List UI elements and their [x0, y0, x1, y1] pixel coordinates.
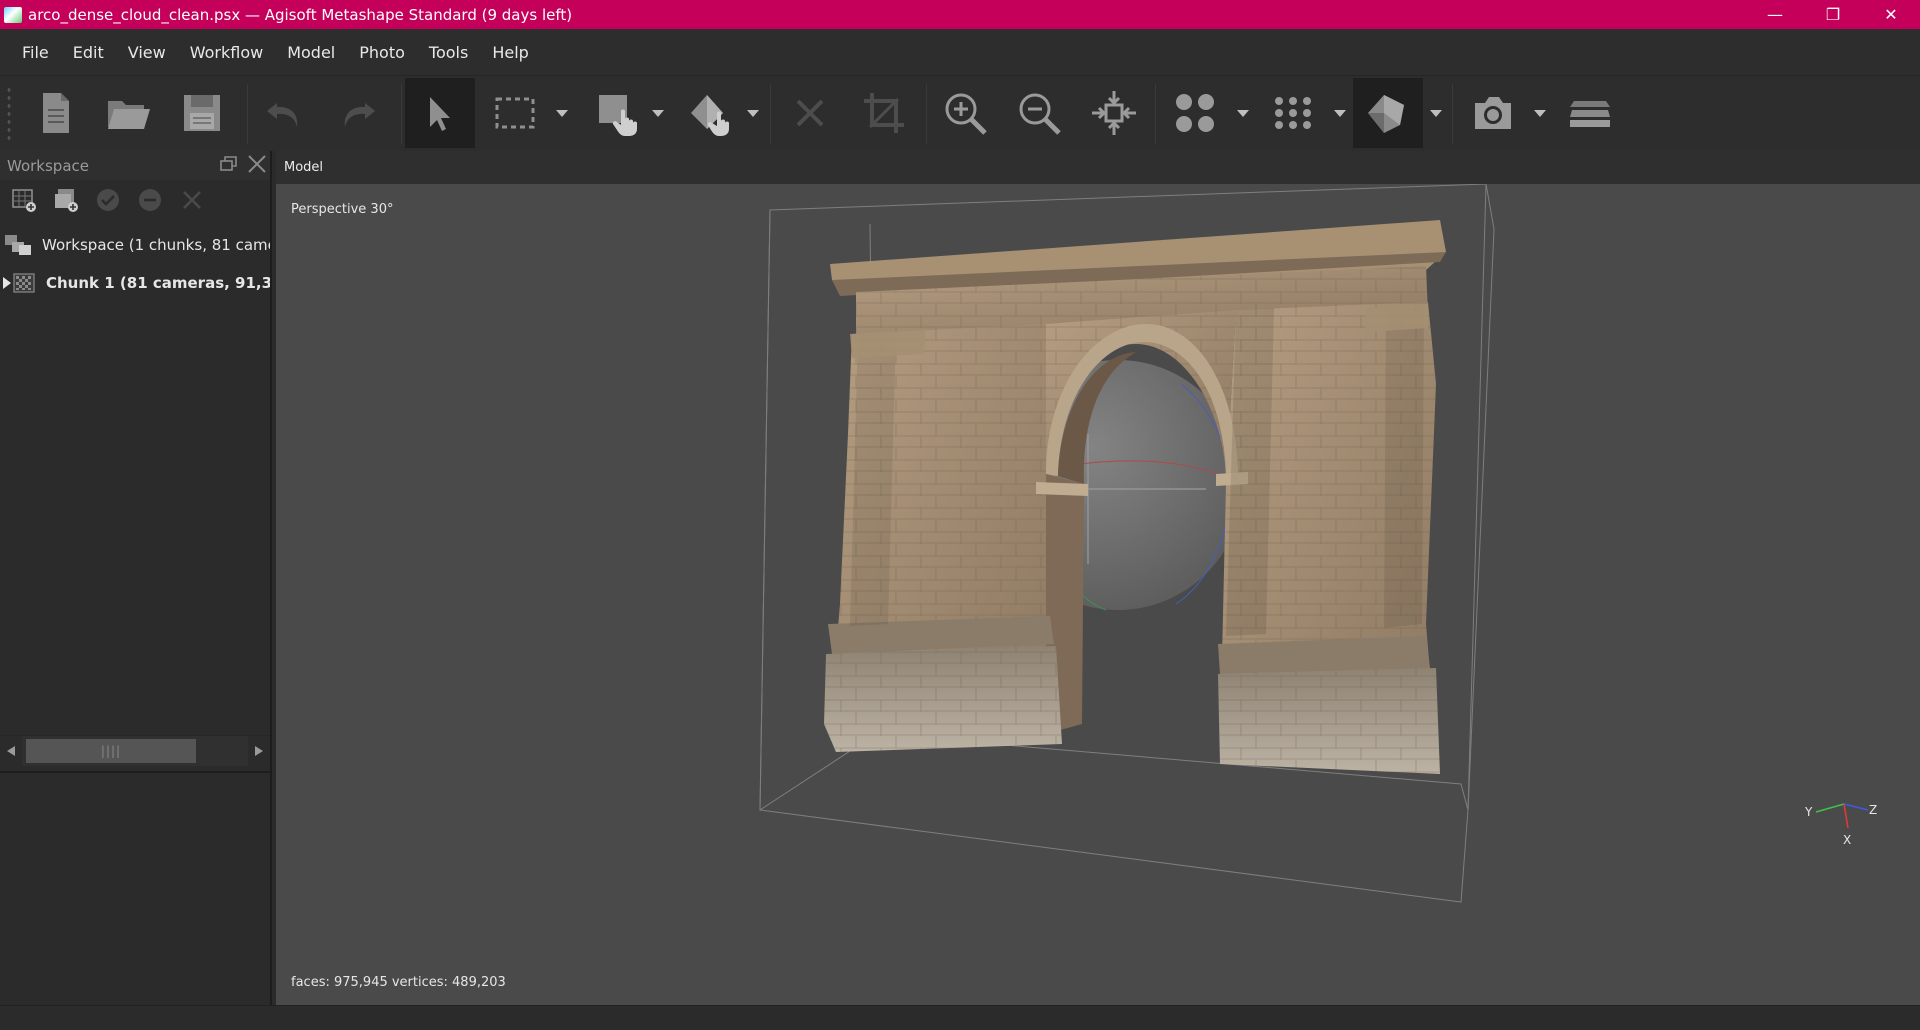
undock-icon[interactable] [218, 153, 240, 175]
menu-workflow[interactable]: Workflow [178, 43, 275, 62]
title-bar: arco_dense_cloud_clean.psx — Agisoft Met… [0, 0, 1920, 29]
model-view: Model Y Z X Perspective 30° faces: 975,9… [276, 151, 1920, 1005]
chunk-icon [12, 271, 36, 295]
tree-item-workspace[interactable]: Workspace (1 chunks, 81 cameras) [0, 226, 270, 264]
toolbar-separator [1155, 84, 1156, 144]
workspace-title: Workspace [7, 156, 89, 175]
model-viewport[interactable]: Y Z X Perspective 30° faces: 975,945 ver… [276, 184, 1920, 1005]
scroll-left-icon[interactable] [0, 736, 22, 766]
menu-help[interactable]: Help [480, 43, 540, 62]
window-controls: — ❐ ✕ [1746, 0, 1920, 29]
add-photos-icon[interactable] [52, 186, 80, 214]
workspace-lower-pane [0, 771, 270, 1005]
axes-gizmo: Y Z X [1804, 803, 1877, 847]
tree-item-label: Chunk 1 (81 cameras, 91,338 [46, 274, 270, 292]
axis-z-label: Z [1869, 803, 1877, 817]
point-cloud-icon[interactable] [1160, 78, 1230, 148]
delete-selection-icon[interactable] [775, 78, 845, 148]
close-panel-icon[interactable] [246, 153, 268, 175]
menu-file[interactable]: File [10, 43, 61, 62]
toolbar-separator [1452, 84, 1453, 144]
horizontal-scrollbar[interactable]: |||| [0, 735, 270, 766]
workspace-tree: Workspace (1 chunks, 81 cameras) Chunk 1… [0, 220, 270, 302]
menu-model[interactable]: Model [275, 43, 347, 62]
toolbar-separator [247, 84, 248, 144]
reset-view-icon[interactable] [1079, 78, 1149, 148]
scroll-thumb[interactable]: |||| [26, 738, 196, 763]
menu-edit[interactable]: Edit [61, 43, 116, 62]
toolbar-separator [401, 84, 402, 144]
show-cameras-icon[interactable] [1458, 78, 1528, 148]
new-document-icon[interactable] [20, 78, 90, 148]
workspace-icon [4, 233, 32, 257]
menu-bar: File Edit View Workflow Model Photo Tool… [0, 29, 1920, 75]
rotate-object-icon[interactable] [676, 78, 746, 148]
workspace-toolbar [0, 180, 270, 220]
workspace-panel: Workspace Workspace (1 chunks, 81 camera… [0, 151, 272, 1005]
move-dropdown-icon[interactable] [651, 106, 665, 120]
axis-y-label: Y [1804, 805, 1813, 819]
undo-icon[interactable] [250, 78, 320, 148]
add-chunk-icon[interactable] [10, 186, 38, 214]
toolbar-separator [770, 84, 771, 144]
toolbar-separator [926, 84, 927, 144]
dense-cloud-icon[interactable] [1258, 78, 1328, 148]
menu-tools[interactable]: Tools [417, 43, 480, 62]
layers-icon[interactable] [1555, 78, 1625, 148]
model-stats: faces: 975,945 vertices: 489,203 [291, 975, 506, 990]
disable-minus-icon[interactable] [136, 186, 164, 214]
move-object-icon[interactable] [582, 78, 652, 148]
rotate-dropdown-icon[interactable] [746, 106, 760, 120]
rectangle-selection-icon[interactable] [480, 78, 550, 148]
save-icon[interactable] [167, 78, 237, 148]
crop-selection-icon[interactable] [849, 78, 919, 148]
axis-x-label: X [1843, 833, 1851, 847]
model-textured-icon[interactable] [1353, 78, 1423, 148]
zoom-out-icon[interactable] [1004, 78, 1074, 148]
tree-item-label: Workspace (1 chunks, 81 cameras) [42, 236, 270, 254]
workspace-header: Workspace [0, 151, 270, 180]
enable-check-icon[interactable] [94, 186, 122, 214]
projection-label: Perspective 30° [291, 202, 394, 217]
redo-icon[interactable] [322, 78, 392, 148]
tree-item-chunk[interactable]: Chunk 1 (81 cameras, 91,338 [0, 264, 270, 302]
remove-x-icon[interactable] [178, 186, 206, 214]
model-dropdown-icon[interactable] [1429, 106, 1443, 120]
tab-model[interactable]: Model [284, 160, 323, 175]
zoom-in-icon[interactable] [930, 78, 1000, 148]
scroll-right-icon[interactable] [248, 736, 270, 766]
menu-photo[interactable]: Photo [347, 43, 417, 62]
menu-view[interactable]: View [116, 43, 178, 62]
window-title: arco_dense_cloud_clean.psx — Agisoft Met… [28, 5, 573, 24]
status-bar [0, 1005, 1920, 1030]
expand-arrow-icon[interactable] [2, 276, 12, 290]
app-icon [4, 6, 22, 23]
toolbar-grip[interactable] [6, 86, 12, 140]
close-button[interactable]: ✕ [1862, 0, 1920, 29]
dense-cloud-dropdown-icon[interactable] [1333, 106, 1347, 120]
main-toolbar [0, 75, 1920, 151]
cameras-dropdown-icon[interactable] [1533, 106, 1547, 120]
restore-button[interactable]: ❐ [1804, 0, 1862, 29]
open-folder-icon[interactable] [93, 78, 163, 148]
model-tab-bar: Model [276, 151, 1920, 184]
point-cloud-dropdown-icon[interactable] [1236, 106, 1250, 120]
scene-render[interactable]: Y Z X [276, 184, 1920, 1005]
navigation-pointer-icon[interactable] [405, 78, 475, 148]
panel-controls [218, 153, 268, 175]
minimize-button[interactable]: — [1746, 0, 1804, 29]
selection-dropdown-icon[interactable] [555, 106, 569, 120]
scroll-track[interactable]: |||| [22, 735, 248, 766]
